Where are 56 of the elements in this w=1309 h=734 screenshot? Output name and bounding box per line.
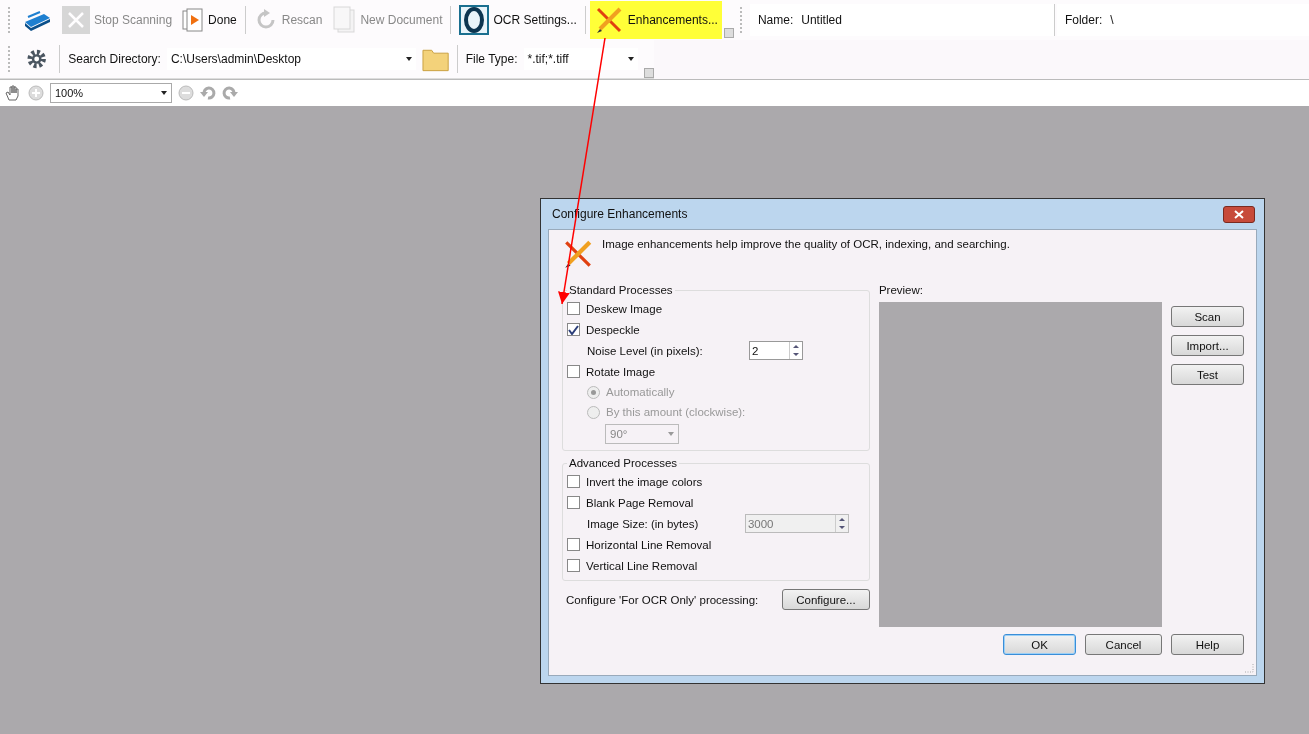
checkbox[interactable] (567, 323, 580, 336)
field-value: Untitled (801, 13, 842, 27)
field-label: Name: (757, 13, 794, 27)
preview-label: Preview: (878, 284, 925, 296)
redo-icon[interactable] (222, 85, 238, 101)
checkbox-label: Rotate Image (586, 365, 656, 378)
scanner-icon (22, 8, 52, 32)
ocr-icon (459, 5, 490, 35)
radio-label: Automatically (606, 386, 675, 398)
checkbox-label: Deskew Image (586, 302, 663, 315)
undo-icon[interactable] (200, 85, 216, 101)
checkbox[interactable] (567, 475, 580, 488)
resize-grip-icon[interactable] (1244, 663, 1254, 673)
close-button[interactable] (1223, 205, 1255, 223)
settings-icon[interactable] (25, 48, 48, 70)
dialog-button[interactable]: Cancel (1085, 634, 1162, 655)
field-value: \ (1110, 13, 1114, 27)
field-label: Image Size: (in bytes) (587, 517, 699, 530)
toolbar-button[interactable]: Enhancements... (589, 1, 722, 39)
file-type-label: File Type: (465, 52, 518, 66)
search-directory-label: Search Directory: (68, 52, 161, 66)
checkbox-label: Invert the image colors (586, 475, 703, 488)
number-spinner[interactable]: 2 (748, 341, 803, 360)
radio-label: By this amount (clockwise): (606, 406, 746, 418)
dialog-button[interactable]: Import... (1171, 335, 1244, 356)
configure-label: Configure 'For OCR Only' processing: (566, 593, 759, 606)
group-title: Advanced Processes (568, 457, 679, 469)
field-label: Folder: (1064, 13, 1103, 27)
toolbar-button[interactable]: Done (178, 1, 241, 39)
search-directory-dropdown[interactable]: C:\Users\admin\Desktop (166, 48, 416, 70)
hand-icon[interactable] (4, 84, 22, 102)
checkbox-label: Despeckle (586, 323, 640, 336)
close-icon (1234, 209, 1244, 219)
checkbox[interactable] (567, 496, 580, 509)
document-play-icon (182, 8, 205, 32)
close-icon (62, 6, 90, 34)
file-type-dropdown[interactable]: *.tif;*.tiff (523, 48, 639, 70)
dialog-button[interactable]: OK (1003, 634, 1076, 655)
checkbox[interactable] (567, 302, 580, 315)
toolbar-button[interactable]: OCR Settings... (455, 1, 581, 39)
dialog-description: Image enhancements help improve the quality of OCR, indexing, and searching. (602, 238, 1010, 250)
checkbox[interactable] (567, 365, 580, 378)
pencils-icon (562, 238, 594, 270)
document-icon (332, 6, 357, 34)
checkbox-label: Vertical Line Removal (586, 559, 698, 572)
zoom-dropdown[interactable]: 100% (50, 83, 172, 103)
field-label: Noise Level (in pixels): (587, 344, 703, 357)
checkbox-label: Horizontal Line Removal (586, 538, 712, 551)
dialog-button[interactable]: Scan (1171, 306, 1244, 327)
dialog-button[interactable]: Help (1171, 634, 1244, 655)
checkbox-label: Blank Page Removal (586, 496, 694, 509)
configure-button[interactable]: Configure... (781, 589, 870, 610)
dialog-button[interactable]: Test (1171, 364, 1244, 385)
checkbox[interactable] (567, 559, 580, 572)
checkbox[interactable] (567, 538, 580, 551)
group-title: Standard Processes (568, 284, 674, 296)
